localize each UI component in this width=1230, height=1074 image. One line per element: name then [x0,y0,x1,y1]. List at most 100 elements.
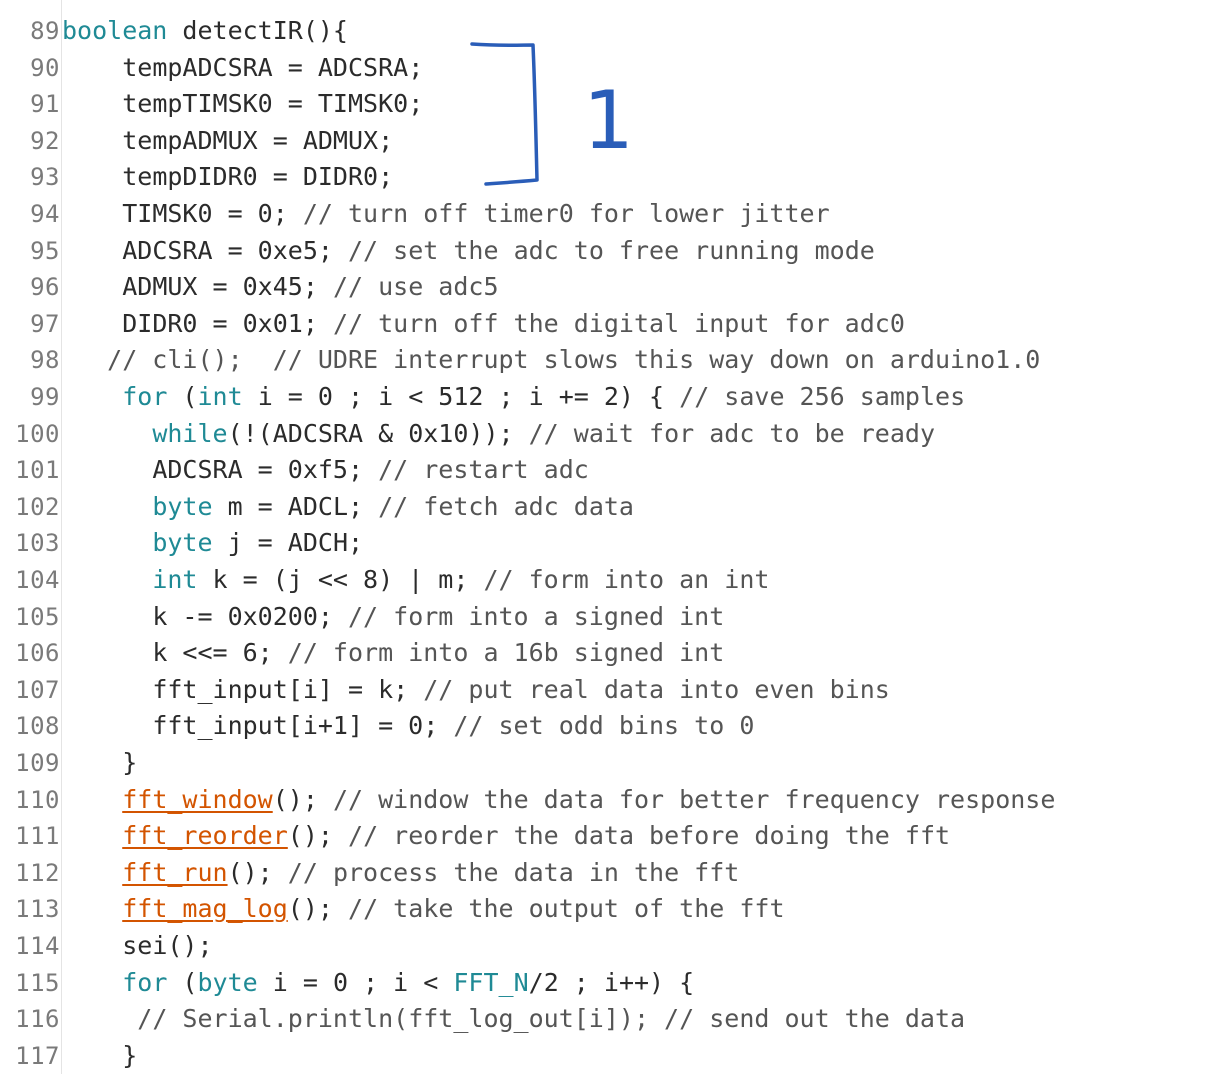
code-line[interactable]: 110 fft_window(); // window the data for… [0,782,1230,818]
code-token: fft_input[i] = k; [152,674,424,704]
code-line[interactable]: 100 while(!(ADCSRA & 0x10)); // wait for… [0,416,1230,452]
code-token: (); [287,821,349,851]
code-token: } [122,748,138,777]
code-line[interactable]: 95 ADCSRA = 0xe5; // set the adc to free… [0,233,1230,269]
code-line[interactable]: 116 // Serial.println(fft_log_out[i]); /… [0,1001,1230,1037]
line-number: 100 [15,419,60,448]
code-text: for (int i = 0 ; i < 512 ; i += 2) { // … [62,379,965,415]
line-number: 116 [15,1005,60,1034]
type-token: byte [197,967,258,997]
code-text: fft_input[i+1] = 0; // set odd bins to 0 [62,708,754,744]
code-text: // Serial.println(fft_log_out[i]); // se… [62,1001,965,1037]
code-text: DIDR0 = 0x01; // turn off the digital in… [62,306,905,342]
line-number: 107 [15,675,60,704]
code-line[interactable]: 114 sei(); [0,928,1230,964]
line-number: 102 [15,492,60,521]
function-token: fft_window [122,784,273,814]
code-text: byte m = ADCL; // fetch adc data [62,489,634,525]
line-number: 89 [30,17,60,45]
keyword-token: for [122,382,168,411]
type-token: byte [152,491,213,521]
code-text: ADMUX = 0x45; // use adc5 [62,269,499,305]
code-line[interactable]: 112 fft_run(); // process the data in th… [0,855,1230,891]
code-line[interactable]: 113 fft_mag_log(); // take the output of… [0,891,1230,927]
code-text: } [62,1038,137,1074]
code-line[interactable]: 96 ADMUX = 0x45; // use adc5 [0,269,1230,305]
comment-token: // take the output of the fft [348,894,785,924]
line-number: 114 [15,932,60,960]
code-token: tempDIDR0 = DIDR0; [122,162,394,192]
line-number: 106 [15,639,60,668]
code-text: fft_run(); // process the data in the ff… [62,855,739,891]
code-line[interactable]: 92 tempADMUX = ADMUX; [0,123,1230,159]
code-line[interactable]: 94 TIMSK0 = 0; // turn off timer0 for lo… [0,196,1230,232]
code-line[interactable]: 104 int k = (j << 8) | m; // form into a… [0,562,1230,598]
code-text: fft_mag_log(); // take the output of the… [62,891,785,927]
keyword-token: while [152,418,228,448]
code-token: (); [287,894,349,924]
code-line[interactable]: 97 DIDR0 = 0x01; // turn off the digital… [0,306,1230,342]
comment-token: // use adc5 [332,272,499,302]
comment-token: // turn off timer0 for lower jitter [302,199,830,228]
line-number: 117 [15,1041,60,1070]
code-token: ADMUX = 0x45; [122,272,333,302]
code-line[interactable]: 107 fft_input[i] = k; // put real data i… [0,672,1230,708]
code-editor[interactable]: 89 boolean detectIR(){90 tempADCSRA = ADC… [0,0,1230,1074]
code-text: boolean detectIR(){ [62,13,348,49]
code-line[interactable]: 115 for (byte i = 0 ; i < FFT_N/2 ; i++)… [0,965,1230,1001]
code-line[interactable]: 98 // cli(); // UDRE interrupt slows thi… [0,342,1230,378]
comment-token: // wait for adc to be ready [528,418,935,448]
code-text: // cli(); // UDRE interrupt slows this w… [62,342,1040,378]
code-text: fft_input[i] = k; // put real data into … [62,672,890,708]
code-line[interactable]: 90 tempADCSRA = ADCSRA; [0,50,1230,86]
type-token: int [197,382,243,411]
code-line[interactable]: 117 } [0,1038,1230,1074]
code-line[interactable]: 105 k -= 0x0200; // form into a signed i… [0,599,1230,635]
code-token: m = ADCL; [212,491,379,521]
comment-token: // process the data in the fft [287,857,740,887]
line-number: 112 [15,858,60,887]
code-text: tempADMUX = ADMUX; [62,123,393,159]
code-line[interactable]: 93 tempDIDR0 = DIDR0; [0,159,1230,195]
line-number: 96 [30,273,60,302]
line-number: 94 [30,200,60,228]
code-line[interactable]: 108 fft_input[i+1] = 0; // set odd bins … [0,708,1230,744]
code-token: i = 0 ; i < 512 ; i += 2) { [242,382,680,411]
function-token: fft_reorder [122,821,288,851]
code-token: k -= 0x0200; [152,601,348,631]
line-number: 110 [15,785,60,814]
comment-token: // form into a signed int [347,601,725,631]
code-text: tempTIMSK0 = TIMSK0; [62,86,423,122]
type-token: int [152,565,198,594]
line-number: 93 [30,163,60,192]
code-token: sei(); [122,931,213,960]
code-line[interactable]: 99 for (int i = 0 ; i < 512 ; i += 2) { … [0,379,1230,415]
code-line[interactable]: 91 tempTIMSK0 = TIMSK0; [0,86,1230,122]
code-line[interactable]: 111 fft_reorder(); // reorder the data b… [0,818,1230,854]
code-line[interactable]: 106 k <<= 6; // form into a 16b signed i… [0,635,1230,671]
code-text: k -= 0x0200; // form into a signed int [62,599,724,635]
code-line[interactable]: 102 byte m = ADCL; // fetch adc data [0,489,1230,525]
code-line[interactable]: 89 boolean detectIR(){ [0,13,1230,49]
comment-token: // form into a 16b signed int [287,638,725,668]
line-number: 90 [30,53,60,82]
code-text: sei(); [62,928,213,964]
code-line[interactable]: 103 byte j = ADCH; [0,525,1230,561]
code-line[interactable]: 101 ADCSRA = 0xf5; // restart adc [0,452,1230,488]
code-line[interactable]: 109 } [0,745,1230,781]
code-token: k <<= 6; [152,638,288,668]
code-text: ADCSRA = 0xf5; // restart adc [62,452,589,488]
code-token: detectIR(){ [167,16,348,45]
